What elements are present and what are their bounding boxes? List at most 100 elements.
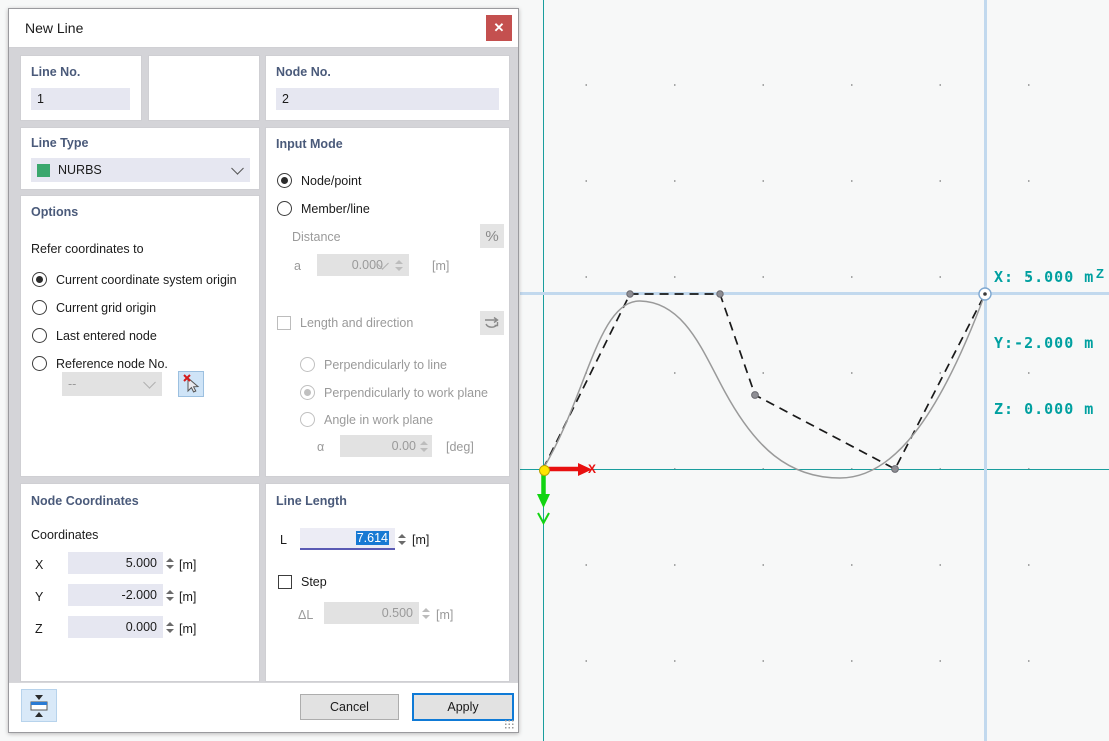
line-length-panel: Line Length L 7.614 [m] Step ΔL 0.500 [m… [265,483,510,682]
control-point [627,291,633,297]
reference-node-value: -- [68,377,76,391]
alpha-label: α [317,440,324,454]
step-checkbox-row[interactable]: Step [278,575,327,589]
options-title: Options [31,205,78,219]
control-point [752,392,759,399]
line-length-value: 7.614 [356,531,389,545]
radio-label: Node/point [301,174,361,188]
line-no-panel: Line No. 1 [20,55,142,121]
coord-y-value: -2.000 [122,588,157,602]
resize-grip[interactable] [504,719,514,729]
coordinate-readout-x: X: 5.000 m [994,266,1094,288]
coord-y-input[interactable]: -2.000 [68,584,163,606]
line-no-title: Line No. [31,65,80,79]
coord-y-label: Y [35,590,43,604]
alpha-value: 0.00 [392,439,416,453]
radio-icon [300,357,315,372]
coord-y-unit: [m] [179,590,196,604]
coordinates-subtitle: Coordinates [31,528,98,542]
radio-icon [277,201,292,216]
radio-label: Current coordinate system origin [56,273,237,287]
line-length-l-label: L [280,533,287,547]
distance-a-input[interactable]: 0.000 [317,254,409,276]
length-direction-icon[interactable] [480,311,504,335]
node-coordinates-panel: Node Coordinates Coordinates X 5.000 [m]… [20,483,260,682]
axis-arrow-y-head2 [538,513,549,523]
node-no-title: Node No. [276,65,331,79]
radio-angle-in-work-plane[interactable]: Angle in work plane [300,412,433,427]
step-label: Step [301,575,327,589]
radio-label: Last entered node [56,329,157,343]
origin-point [539,465,550,476]
collapse-dialog-icon[interactable] [21,689,57,722]
distance-a-unit: [m] [432,259,449,273]
control-point [717,291,723,297]
radio-reference-node-no[interactable]: Reference node No. [32,356,168,371]
percent-icon[interactable]: % [480,224,504,248]
radio-current-grid-origin[interactable]: Current grid origin [32,300,156,315]
spinner-icon[interactable] [396,528,408,550]
radio-perpendicularly-to-work-plane[interactable]: Perpendicularly to work plane [300,385,488,400]
cancel-button[interactable]: Cancel [300,694,399,720]
coord-z-label: Z [35,622,43,636]
spinner-icon[interactable] [418,435,430,457]
radio-icon [300,412,315,427]
line-length-title: Line Length [276,494,347,508]
line-length-unit: [m] [412,533,429,547]
chevron-down-icon [231,162,244,175]
radio-perpendicularly-to-line[interactable]: Perpendicularly to line [300,357,447,372]
spinner-icon[interactable] [164,584,176,606]
coord-x-label: X [35,558,43,572]
radio-label: Reference node No. [56,357,168,371]
radio-last-entered-node[interactable]: Last entered node [32,328,157,343]
axis-arrow-y-head [537,494,550,508]
checkbox-icon [278,575,292,589]
coord-z-input[interactable]: 0.000 [68,616,163,638]
coordinate-readout: X: 5.000 m Y:-2.000 m Z: 0.000 m [994,222,1094,442]
spinner-icon[interactable] [164,616,176,638]
options-panel: Options Refer coordinates to Current coo… [20,195,260,477]
coord-x-value: 5.000 [126,556,157,570]
spinner-icon[interactable] [420,602,432,624]
spinner-icon[interactable] [393,254,405,276]
control-point [892,466,899,473]
alpha-input[interactable]: 0.00 [340,435,432,457]
checkbox-icon [277,316,291,330]
coord-z-value: 0.000 [126,620,157,634]
control-polygon [543,294,985,469]
distance-a-label: a [294,259,301,273]
coordinate-readout-z: Z: 0.000 m [994,398,1094,420]
dialog-titlebar[interactable]: New Line ✕ [9,9,518,48]
line-type-select[interactable]: NURBS [31,158,250,182]
coordinate-readout-y: Y:-2.000 m [994,332,1094,354]
line-length-input[interactable]: 7.614 [300,528,395,550]
close-icon[interactable]: ✕ [486,15,512,41]
step-dl-input[interactable]: 0.500 [324,602,419,624]
pick-node-cursor-icon[interactable] [178,371,204,397]
radio-label: Perpendicularly to line [324,358,447,372]
radio-icon [277,173,292,188]
spinner-icon[interactable] [164,552,176,574]
line-type-color-swatch [37,164,50,177]
line-type-value: NURBS [58,163,102,177]
radio-node-point[interactable]: Node/point [277,173,361,188]
node-no-input[interactable]: 2 [276,88,499,110]
refer-coordinates-label: Refer coordinates to [31,242,144,256]
line-no-input[interactable]: 1 [31,88,130,110]
reference-node-select[interactable]: -- [62,372,162,396]
apply-button[interactable]: Apply [412,693,514,721]
distance-label: Distance [292,230,341,244]
axis-label-z: Z [1096,266,1104,281]
length-and-direction-label: Length and direction [300,316,413,330]
radio-current-coordinate-system-origin[interactable]: Current coordinate system origin [32,272,237,287]
line-type-title: Line Type [31,136,88,150]
radio-member-line[interactable]: Member/line [277,201,370,216]
node-coordinates-title: Node Coordinates [31,494,139,508]
length-and-direction-checkbox-row[interactable]: Length and direction [277,316,413,330]
coord-z-unit: [m] [179,622,196,636]
step-dl-unit: [m] [436,608,453,622]
radio-label: Angle in work plane [324,413,433,427]
coord-x-input[interactable]: 5.000 [68,552,163,574]
line-type-panel: Line Type NURBS [20,127,260,190]
radio-label: Perpendicularly to work plane [324,386,488,400]
